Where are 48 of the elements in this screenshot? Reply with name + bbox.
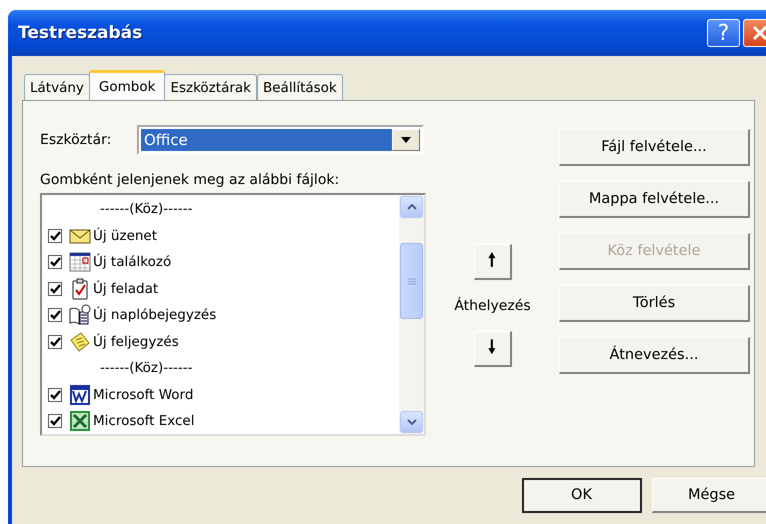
- file-item[interactable]: Microsoft Excel: [93, 412, 194, 430]
- calendar-icon: [69, 251, 91, 274]
- window-title: Testreszabás: [18, 23, 142, 43]
- move-label: Áthelyezés: [454, 298, 531, 314]
- list-label: Gombként jelenjenek meg az alábbi fájlok:: [40, 172, 340, 188]
- move-up-button[interactable]: 🠕: [474, 244, 512, 280]
- checkbox[interactable]: [48, 228, 62, 243]
- close-icon: [750, 24, 766, 42]
- checkbox[interactable]: [48, 308, 62, 322]
- chevron-up-icon: [406, 204, 416, 210]
- action-button[interactable]: Fájl felvétele...: [559, 129, 750, 166]
- tab[interactable]: Látvány: [24, 74, 90, 100]
- cancel-button[interactable]: Mégse: [652, 478, 766, 513]
- ok-button[interactable]: OK: [522, 478, 642, 513]
- file-item[interactable]: Új találkozó: [93, 253, 172, 272]
- dropdown-caret-icon: [401, 137, 411, 143]
- checkbox[interactable]: [48, 255, 62, 270]
- scroll-up-button[interactable]: [400, 196, 423, 218]
- help-button[interactable]: ?: [707, 19, 740, 47]
- scrollbar[interactable]: [399, 195, 424, 434]
- separator-item[interactable]: ------(Köz)------: [48, 196, 193, 222]
- action-button[interactable]: Mappa felvétele...: [559, 181, 750, 218]
- grip-icon: [408, 278, 416, 284]
- chevron-down-icon: [406, 419, 416, 425]
- tab[interactable]: Eszköztárak: [164, 74, 257, 100]
- action-button[interactable]: Átnevezés...: [559, 337, 750, 374]
- checkbox[interactable]: [48, 388, 62, 402]
- book-icon: [69, 304, 91, 326]
- scroll-down-button[interactable]: [400, 411, 423, 433]
- separator-item[interactable]: ------(Köz)------: [48, 355, 193, 382]
- checkbox[interactable]: [48, 334, 62, 349]
- toolbar-dropdown[interactable]: Office: [137, 125, 424, 155]
- file-item[interactable]: Új üzenet: [93, 226, 158, 245]
- checkbox[interactable]: [48, 414, 62, 428]
- document-w-icon: [69, 384, 91, 406]
- file-item[interactable]: Új naplóbejegyzés: [93, 306, 216, 324]
- toolbar-label: Eszköztár:: [40, 132, 112, 148]
- scroll-thumb[interactable]: [400, 243, 423, 319]
- action-button[interactable]: Törlés: [559, 285, 750, 322]
- file-item[interactable]: Új feladat: [93, 280, 158, 298]
- tab[interactable]: Beállítások: [256, 74, 343, 100]
- spreadsheet-x-icon: [69, 410, 91, 432]
- tab[interactable]: Gombok: [88, 70, 166, 100]
- file-item[interactable]: Új feljegyzés: [93, 332, 179, 351]
- note-icon: [69, 330, 91, 353]
- file-item[interactable]: Microsoft Word: [93, 386, 194, 404]
- move-down-button[interactable]: 🠗: [474, 331, 512, 367]
- checkbox[interactable]: [48, 282, 62, 296]
